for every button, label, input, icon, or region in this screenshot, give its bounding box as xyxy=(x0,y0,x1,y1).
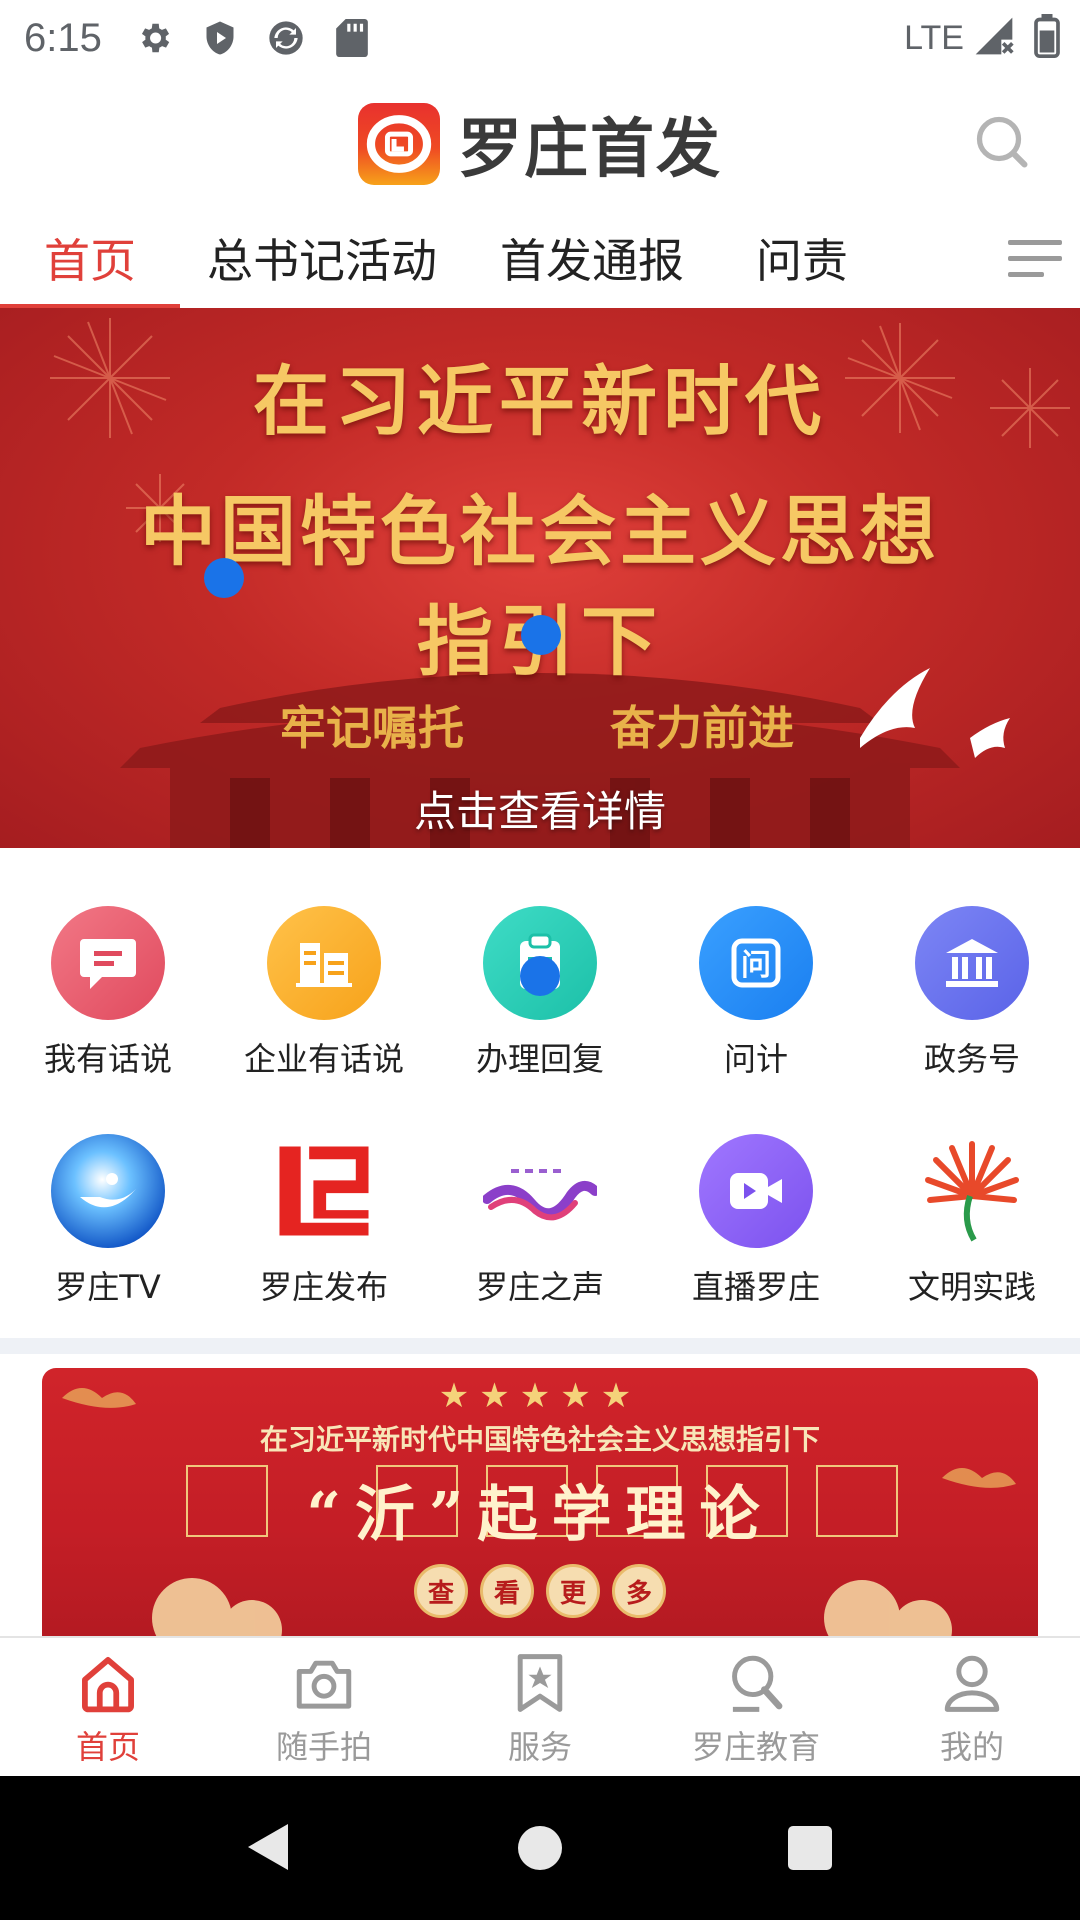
nav-label: 罗庄教育 xyxy=(691,1728,820,1766)
service-live-luozhuang[interactable]: 直播罗庄 xyxy=(648,1134,864,1334)
system-navigation-bar xyxy=(0,1776,1080,1920)
category-tabs: 首页 总书记活动 首发通报 问责 xyxy=(0,208,1080,308)
app-header: 罗庄首发 xyxy=(0,76,1080,208)
service-label: 我有话说 xyxy=(43,1040,172,1078)
promo-more-char: 看 xyxy=(480,1564,534,1618)
building-icon xyxy=(267,906,381,1020)
service-luozhuang-tv[interactable]: 罗庄TV xyxy=(0,1134,216,1334)
camera-icon xyxy=(296,1660,352,1709)
service-label: 企业有话说 xyxy=(243,1040,404,1078)
promo-more-char: 更 xyxy=(546,1564,600,1618)
status-right: LTE xyxy=(904,14,1060,62)
service-luozhuang-release[interactable]: 罗庄发布 xyxy=(216,1134,432,1334)
promo-stars: ★★★★★ xyxy=(438,1376,642,1416)
service-label: 罗庄之声 xyxy=(475,1268,604,1306)
bottom-navigation: 首页 随手拍 服务 罗庄教育 我的 xyxy=(0,1636,1080,1776)
service-handling-reply[interactable]: 办理回复 xyxy=(432,906,648,1106)
play-protect-icon xyxy=(200,18,240,58)
search-button[interactable] xyxy=(972,112,1032,172)
promo-title: 在习近平新时代中国特色社会主义思想指引下 xyxy=(259,1423,820,1456)
service-label: 罗庄TV xyxy=(55,1268,161,1306)
education-search-icon xyxy=(732,1655,783,1712)
touch-indicator-dot xyxy=(204,558,244,598)
question-icon: 问 xyxy=(699,906,813,1020)
nav-services[interactable]: 服务 xyxy=(432,1638,648,1776)
service-speak[interactable]: 我有话说 xyxy=(0,906,216,1106)
banner-sub-right: 奋力前进 xyxy=(610,701,794,755)
clipboard-icon xyxy=(483,906,597,1020)
bookmark-star-icon xyxy=(517,1654,563,1712)
tv-logo-icon xyxy=(51,1134,165,1248)
video-icon xyxy=(699,1134,813,1248)
svg-text:问: 问 xyxy=(741,948,771,983)
section-divider xyxy=(0,1338,1080,1354)
search-icon xyxy=(976,116,1028,168)
services-row-1: 我有话说 企业有话说 办理回复 问 问计 政务号 xyxy=(0,906,1080,1106)
voice-logo-icon xyxy=(483,1134,597,1248)
settings-gear-icon xyxy=(134,18,174,58)
tab-first-release-report[interactable]: 首发通报 xyxy=(472,208,712,308)
battery-icon xyxy=(1034,14,1060,62)
network-type: LTE xyxy=(904,18,964,57)
services-grid: 我有话说 企业有话说 办理回复 问 问计 政务号 罗庄TV 罗庄发布 罗庄之声 … xyxy=(0,848,1080,1352)
chat-bubble-icon xyxy=(51,906,165,1020)
services-row-2: 罗庄TV 罗庄发布 罗庄之声 直播罗庄 文明实践 xyxy=(0,1134,1080,1334)
promo-banner[interactable]: ★★★★★ 在习近平新时代中国特色社会主义思想指引下 “沂”起学理论 查 看 更… xyxy=(42,1368,1038,1636)
tab-secretary-activities[interactable]: 总书记活动 xyxy=(182,208,462,308)
back-triangle-icon[interactable] xyxy=(244,1820,292,1874)
nav-label: 我的 xyxy=(939,1728,1004,1766)
service-luozhuang-voice[interactable]: 罗庄之声 xyxy=(432,1134,648,1334)
nav-profile[interactable]: 我的 xyxy=(864,1638,1080,1776)
touch-indicator-dot xyxy=(521,615,561,655)
service-label: 直播罗庄 xyxy=(691,1268,820,1306)
nav-education[interactable]: 罗庄教育 xyxy=(648,1638,864,1776)
status-bar: 6:15 LTE xyxy=(0,0,1080,76)
touch-indicator-dot xyxy=(520,956,560,996)
sync-icon xyxy=(266,18,306,58)
nav-label: 服务 xyxy=(507,1728,572,1766)
nav-label: 随手拍 xyxy=(275,1728,372,1766)
user-icon xyxy=(944,1655,1000,1712)
nav-label: 首页 xyxy=(75,1728,140,1766)
promo-more-char: 多 xyxy=(612,1564,666,1618)
service-enterprise-speak[interactable]: 企业有话说 xyxy=(216,906,432,1106)
government-icon xyxy=(915,906,1029,1020)
banner-sub-left: 牢记嘱托 xyxy=(280,701,464,755)
app-title: 罗庄首发 xyxy=(458,113,722,187)
nav-home[interactable]: 首页 xyxy=(0,1638,216,1776)
service-label: 文明实践 xyxy=(907,1268,1036,1306)
app-screen: 6:15 LTE 罗庄首发 首页 总书记活动 首发通报 问责 在习近平新时代 中… xyxy=(0,0,1080,1920)
civilization-logo-icon xyxy=(915,1134,1029,1248)
hero-banner[interactable]: 在习近平新时代 中国特色社会主义思想 指引下 牢记嘱托 奋力前进 点击查看详情 xyxy=(0,308,1080,848)
recents-square-icon[interactable] xyxy=(788,1826,832,1870)
service-label: 政务号 xyxy=(923,1040,1020,1078)
service-government-account[interactable]: 政务号 xyxy=(864,906,1080,1106)
promo-main-text: “沂”起学理论 xyxy=(306,1480,774,1550)
tab-accountability[interactable]: 问责 xyxy=(722,208,882,308)
menu-lines-icon xyxy=(1008,240,1062,277)
banner-line-2: 中国特色社会主义思想 xyxy=(140,487,940,576)
tab-home[interactable]: 首页 xyxy=(0,208,180,308)
status-time: 6:15 xyxy=(24,15,102,60)
promo-view-more[interactable]: 查 看 更 多 xyxy=(42,1564,1038,1618)
sd-card-icon xyxy=(332,18,372,58)
service-ask-advice[interactable]: 问 问计 xyxy=(648,906,864,1106)
service-label: 问计 xyxy=(723,1040,788,1078)
app-logo: 罗庄首发 xyxy=(358,98,722,190)
app-logo-icon xyxy=(358,103,440,185)
home-circle-icon[interactable] xyxy=(518,1826,562,1870)
banner-line-1: 在习近平新时代 xyxy=(253,357,827,446)
nav-snapshot[interactable]: 随手拍 xyxy=(216,1638,432,1776)
service-label: 罗庄发布 xyxy=(259,1268,388,1306)
banner-caption[interactable]: 点击查看详情 xyxy=(0,778,1080,839)
release-logo-icon xyxy=(267,1134,381,1248)
service-label: 办理回复 xyxy=(475,1040,604,1078)
home-icon xyxy=(82,1657,134,1713)
signal-icon xyxy=(972,14,1016,62)
menu-button[interactable] xyxy=(1004,230,1066,286)
service-civilization-practice[interactable]: 文明实践 xyxy=(864,1134,1080,1334)
promo-more-char: 查 xyxy=(414,1564,468,1618)
